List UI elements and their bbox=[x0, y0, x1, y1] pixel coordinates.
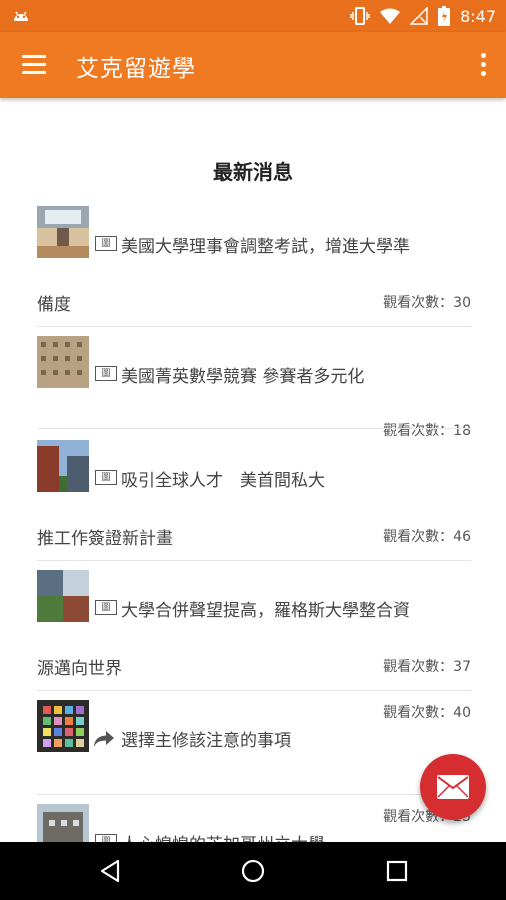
email-fab-button[interactable] bbox=[420, 754, 486, 820]
image-tag-icon: 圖 bbox=[95, 600, 117, 615]
divider bbox=[37, 794, 471, 795]
news-title-line2: 推工作簽證新計畫 bbox=[37, 529, 173, 549]
news-item[interactable]: 圖 人心惶惶的芝加哥州立大學 觀看次數：25 bbox=[37, 804, 471, 842]
view-count: 觀看次數：37 bbox=[383, 659, 471, 675]
news-title-line2: 備度 bbox=[37, 295, 71, 315]
status-bar: 8:47 bbox=[0, 0, 506, 32]
news-thumbnail bbox=[37, 206, 89, 258]
news-title-line1: 大學合併聲望提高，羅格斯大學整合資 bbox=[121, 601, 410, 621]
app-title: 艾克留遊學 bbox=[76, 56, 196, 82]
battery-icon bbox=[438, 6, 451, 26]
android-icon bbox=[14, 11, 28, 21]
news-thumbnail bbox=[37, 570, 89, 622]
navigation-bar bbox=[0, 842, 506, 900]
news-item[interactable]: 圖 美國大學理事會調整考試，增進大學準 備度 觀看次數：30 bbox=[37, 206, 471, 316]
news-title-line1: 美國菁英數學競賽 參賽者多元化 bbox=[121, 367, 365, 387]
recents-icon[interactable] bbox=[382, 856, 412, 886]
news-title-line1: 吸引全球人才 美首間私大 bbox=[121, 471, 325, 491]
image-tag-icon: 圖 bbox=[95, 834, 117, 842]
vibrate-icon bbox=[350, 7, 370, 25]
overflow-menu-icon[interactable] bbox=[478, 52, 488, 78]
divider bbox=[37, 690, 471, 691]
news-item[interactable]: 圖 美國菁英數學競賽 參賽者多元化 觀看次數：18 bbox=[37, 336, 471, 439]
divider bbox=[37, 428, 471, 429]
news-thumbnail bbox=[37, 804, 89, 842]
news-title-line1: 人心惶惶的芝加哥州立大學 bbox=[121, 830, 325, 842]
image-tag-icon: 圖 bbox=[95, 236, 117, 251]
divider bbox=[37, 326, 471, 327]
no-signal-icon bbox=[410, 7, 428, 25]
share-icon bbox=[94, 731, 114, 747]
news-thumbnail bbox=[37, 440, 89, 492]
news-item[interactable]: 圖 吸引全球人才 美首間私大 推工作簽證新計畫 觀看次數：46 bbox=[37, 440, 471, 552]
news-item[interactable]: 圖 大學合併聲望提高，羅格斯大學整合資 源邁向世界 觀看次數：37 bbox=[37, 570, 471, 682]
view-count: 觀看次數：18 bbox=[383, 423, 471, 439]
app-bar: 艾克留遊學 bbox=[0, 32, 506, 98]
home-icon[interactable] bbox=[238, 856, 268, 886]
status-time: 8:47 bbox=[460, 6, 496, 26]
view-count: 觀看次數：46 bbox=[383, 529, 471, 545]
news-item[interactable]: 選擇主修該注意的事項 觀看次數：40 bbox=[37, 700, 471, 792]
view-count: 觀看次數：40 bbox=[383, 705, 471, 721]
news-title-line1: 美國大學理事會調整考試，增進大學準 bbox=[121, 237, 410, 257]
wifi-icon bbox=[380, 8, 401, 24]
envelope-icon bbox=[437, 775, 469, 799]
image-tag-icon: 圖 bbox=[95, 470, 117, 485]
divider bbox=[37, 560, 471, 561]
news-list[interactable]: 最新消息 圖 美國大學理事會調整考試，增進大學準 備度 觀看次數：30 圖 美國… bbox=[0, 98, 506, 842]
hamburger-menu-icon[interactable] bbox=[22, 53, 48, 77]
image-tag-icon: 圖 bbox=[95, 366, 117, 381]
back-icon[interactable] bbox=[96, 856, 126, 886]
section-title: 最新消息 bbox=[213, 160, 293, 184]
news-title-line2: 源邁向世界 bbox=[37, 659, 122, 679]
news-thumbnail bbox=[37, 336, 89, 388]
news-title-line1: 選擇主修該注意的事項 bbox=[121, 731, 291, 751]
news-thumbnail bbox=[37, 700, 89, 752]
view-count: 觀看次數：30 bbox=[383, 295, 471, 311]
